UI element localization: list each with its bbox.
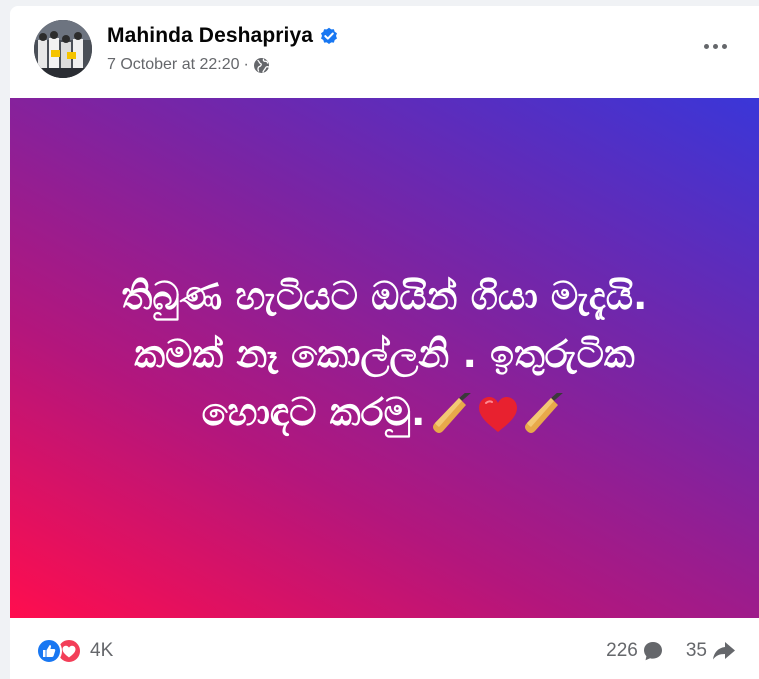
post-meta: 7 October at 22:20 · (107, 56, 270, 74)
post-footer: 4K 226 35 (10, 618, 759, 679)
red-heart-icon (479, 396, 518, 432)
author-name[interactable]: Mahinda Deshapriya (107, 24, 313, 48)
more-options-button[interactable] (695, 32, 735, 60)
more-dot (703, 43, 709, 49)
cricket-bat-icon (525, 392, 564, 433)
avatar-photo (34, 20, 92, 78)
emoji-group (429, 392, 567, 437)
post-text-background[interactable]: තිබුණ හැටියට ඔයින් ගියා මැදැයි. කමක් නෑ … (10, 98, 759, 618)
globe-icon[interactable] (253, 57, 270, 74)
more-dot (721, 43, 727, 49)
post-line-1: තිබුණ හැටියට ඔයින් ගියා මැදැයි. (121, 274, 648, 318)
post-header: Mahinda Deshapriya 7 October at 22:20 · (10, 6, 759, 98)
comment-count: 226 (606, 640, 638, 661)
cricket-bat-icon (433, 392, 472, 433)
shares-count-button[interactable]: 35 (686, 640, 737, 662)
post-line-2: කමක් නෑ කොල්ලනි . ඉතුරුටික (134, 332, 635, 376)
post-line-3: හොඳට කරමු. (85, 383, 685, 441)
author-avatar[interactable] (34, 20, 92, 78)
reaction-count[interactable]: 4K (90, 640, 113, 662)
like-icon (36, 638, 62, 664)
reactions-summary[interactable]: 4K (36, 638, 113, 664)
post-text: තිබුණ හැටියට ඔයින් ගියා මැදැයි. කමක් නෑ … (85, 267, 685, 441)
share-count: 35 (685, 640, 707, 661)
share-icon (713, 642, 735, 660)
comment-icon (643, 642, 662, 661)
comments-count-button[interactable]: 226 (606, 640, 664, 662)
post-card: Mahinda Deshapriya 7 October at 22:20 · (10, 6, 759, 679)
meta-separator: · (243, 56, 249, 73)
engagement-stats: 226 35 (606, 640, 737, 662)
verified-badge-icon (320, 27, 338, 45)
author-row: Mahinda Deshapriya (107, 23, 338, 49)
more-dot (712, 43, 718, 49)
post-timestamp[interactable]: 7 October at 22:20 (107, 56, 240, 74)
post-line-3-text: හොඳට කරමු. (201, 390, 426, 434)
